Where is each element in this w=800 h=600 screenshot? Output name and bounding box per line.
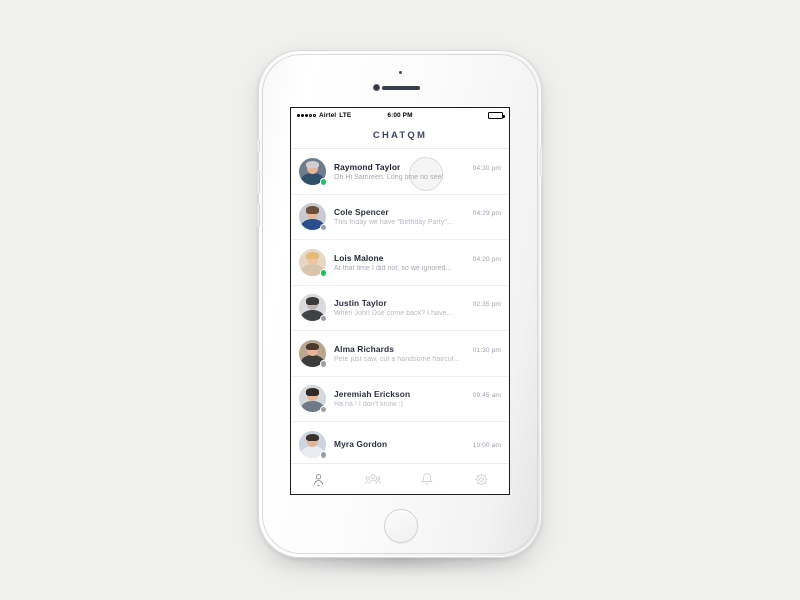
chat-contact-name: Lois Malone <box>334 252 384 263</box>
iphone-device: Airtel LTE 6:00 PM CHATQM Raymond Taylor… <box>257 50 543 558</box>
chat-message-preview: This friday we have "Birthday Party"... <box>334 219 453 227</box>
avatar <box>299 430 327 459</box>
chat-list-item[interactable]: Lois Malone 04:20 pm At that time I did no… <box>291 240 509 286</box>
status-bar-right <box>488 111 505 119</box>
proximity-sensor-icon <box>398 71 402 74</box>
battery-icon <box>488 111 505 119</box>
chat-message-preview: At that time I did not, so we ignored... <box>334 264 452 272</box>
chat-item-header: Cole Spencer 04:29 pm <box>334 207 501 217</box>
avatar <box>299 339 327 368</box>
chat-timestamp: 02:35 pm <box>472 301 501 309</box>
chat-contact-name: Myra Gordon <box>334 439 388 450</box>
chat-item-header: Myra Gordon 10:00 am <box>334 439 501 449</box>
chat-list-item[interactable]: Justin Taylor 02:35 pm When John Doe come … <box>291 285 509 331</box>
group-icon <box>364 473 381 484</box>
avatar <box>299 157 327 186</box>
bottom-tab-bar <box>291 463 509 494</box>
chat-message-preview: Ha ha ! I don't know :) <box>334 401 404 409</box>
avatar <box>299 248 327 277</box>
chat-contact-name: Raymond Taylor <box>334 161 401 172</box>
tab-contacts[interactable] <box>300 466 336 492</box>
volume-down-button[interactable] <box>257 203 260 227</box>
presence-badge <box>319 269 327 277</box>
silent-switch[interactable] <box>257 139 260 152</box>
avatar <box>299 294 327 323</box>
chat-list-item[interactable]: Cole Spencer 04:29 pm This friday we have … <box>291 194 509 240</box>
chat-contact-name: Alma Richards <box>334 343 394 354</box>
status-bar: Airtel LTE 6:00 PM <box>291 108 509 122</box>
app-logo: CHATQM <box>372 129 428 141</box>
chat-list[interactable]: Raymond Taylor 04:30 pm Oh Hi Samreen. Lon… <box>291 149 509 463</box>
chat-list-item[interactable]: Myra Gordon 10:00 am <box>291 422 509 463</box>
gear-icon <box>475 473 488 485</box>
tab-settings[interactable] <box>464 466 500 492</box>
chat-item-header: Raymond Taylor 04:30 pm <box>334 162 501 172</box>
app-header: CHATQM <box>291 122 509 149</box>
chat-item-header: Justin Taylor 02:35 pm <box>334 298 501 308</box>
avatar <box>299 203 327 232</box>
chat-item-content: Jeremiah Erickson 09:45 am Ha ha ! I don't… <box>334 389 501 408</box>
chat-item-header: Alma Richards 01:30 pm <box>334 344 501 354</box>
presence-badge <box>319 360 327 368</box>
chat-list-item[interactable]: Jeremiah Erickson 09:45 am Ha ha ! I don't… <box>291 376 509 422</box>
status-bar-clock: 6:00 PM <box>387 111 413 119</box>
chat-message-preview: When John Doe come back? I have... <box>334 310 453 318</box>
chat-message-preview: Oh Hi Samreen. Long time no see! <box>334 173 444 181</box>
chat-contact-name: Cole Spencer <box>334 207 389 218</box>
earpiece-speaker <box>382 86 420 90</box>
person-icon <box>313 473 323 486</box>
chat-list-item[interactable]: Alma Richards 01:30 pm Pete just saw, cut … <box>291 331 509 377</box>
chat-item-content: Lois Malone 04:20 pm At that time I did no… <box>334 253 501 272</box>
presence-badge <box>319 451 327 459</box>
chat-timestamp: 04:29 pm <box>472 210 501 218</box>
chat-timestamp: 04:30 pm <box>472 164 501 172</box>
tab-notifications[interactable] <box>409 466 445 492</box>
chat-timestamp: 10:00 am <box>472 442 501 450</box>
chat-item-content: Raymond Taylor 04:30 pm Oh Hi Samreen. Lon… <box>334 162 501 181</box>
phone-screen: Airtel LTE 6:00 PM CHATQM Raymond Taylor… <box>290 107 510 495</box>
avatar <box>299 385 327 414</box>
chat-message-preview: Pete just saw, cut a handsome haircut... <box>334 355 460 363</box>
chat-list-item[interactable]: Raymond Taylor 04:30 pm Oh Hi Samreen. Lon… <box>291 149 509 195</box>
tab-groups[interactable] <box>355 466 391 492</box>
chat-timestamp: 09:45 am <box>472 392 501 400</box>
chat-contact-name: Justin Taylor <box>334 298 387 309</box>
chat-timestamp: 04:20 pm <box>472 255 501 263</box>
chat-item-header: Lois Malone 04:20 pm <box>334 253 501 263</box>
stage: Airtel LTE 6:00 PM CHATQM Raymond Taylor… <box>0 0 800 600</box>
chat-item-header: Jeremiah Erickson 09:45 am <box>334 389 501 399</box>
chat-contact-name: Jeremiah Erickson <box>334 389 411 400</box>
home-button[interactable] <box>384 509 418 543</box>
front-camera-icon <box>373 84 380 91</box>
chat-timestamp: 01:30 pm <box>472 346 501 354</box>
volume-up-button[interactable] <box>257 170 260 194</box>
chat-item-content: Cole Spencer 04:29 pm This friday we have … <box>334 207 501 226</box>
presence-badge <box>319 178 327 186</box>
chat-item-content: Myra Gordon 10:00 am <box>334 439 501 449</box>
chat-item-content: Justin Taylor 02:35 pm When John Doe come … <box>334 298 501 317</box>
bell-icon <box>421 472 434 485</box>
power-button[interactable] <box>540 147 543 177</box>
chat-item-content: Alma Richards 01:30 pm Pete just saw, cut … <box>334 344 501 363</box>
